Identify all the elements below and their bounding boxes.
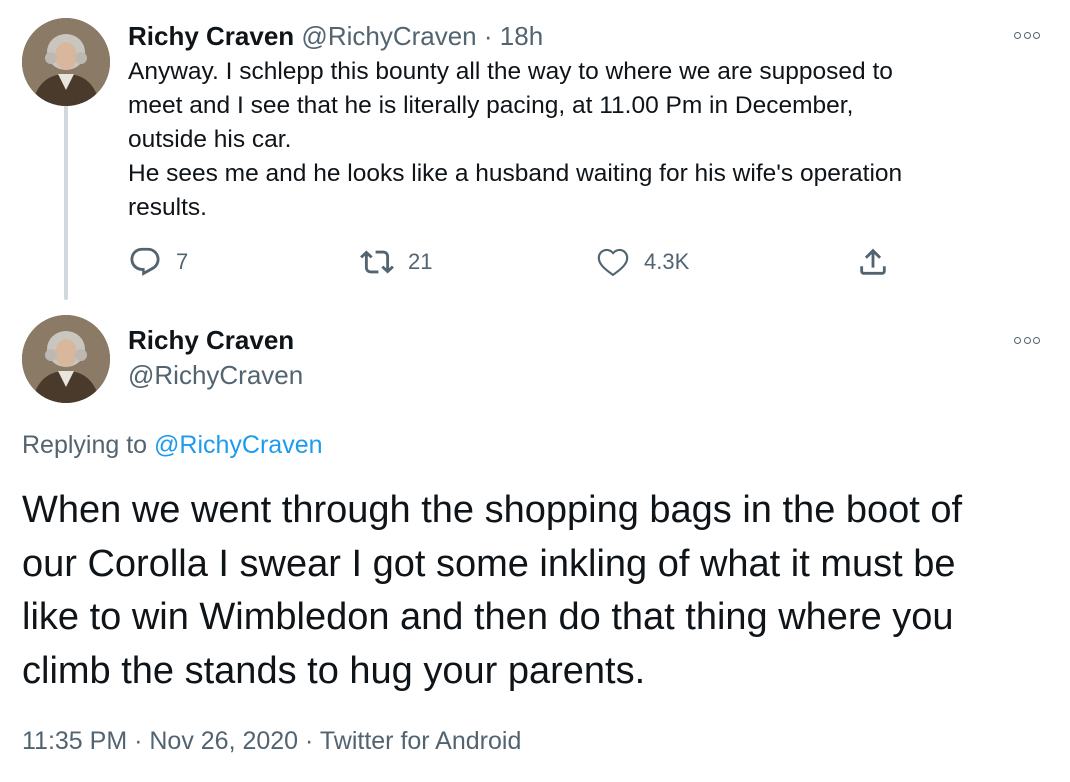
more-options-icon: [1023, 336, 1031, 344]
tweet-text-line: results.: [128, 194, 207, 221]
more-options-icon: [1033, 336, 1040, 344]
author-handle[interactable]: @RichyCraven: [301, 21, 476, 51]
replying-handle-link[interactable]: @RichyCraven: [154, 431, 322, 459]
reply-button[interactable]: 7: [128, 244, 188, 280]
like-count: 4.3K: [644, 249, 690, 274]
source-link[interactable]: Twitter for Android: [320, 727, 521, 755]
tweet-thread: Richy Craven @RichyCraven · 18h Anyway. …: [0, 0, 1070, 782]
portrait-avatar-image: [22, 315, 110, 403]
author-handle[interactable]: @RichyCraven: [128, 358, 303, 392]
tweet-text-line: climb the stands to hug your parents.: [22, 649, 646, 692]
share-icon: [860, 248, 886, 275]
tweet-text-line: Anyway. I schlepp this bounty all the wa…: [128, 58, 893, 85]
heart-icon: [597, 248, 629, 277]
more-options-icon: [1014, 336, 1021, 344]
retweet-button[interactable]: 21: [360, 244, 432, 280]
retweet-count: 21: [408, 249, 433, 274]
author-name[interactable]: Richy Craven: [128, 322, 303, 358]
avatar[interactable]: [22, 18, 110, 106]
replying-prefix: Replying to: [22, 431, 148, 459]
retweet-icon: [360, 250, 394, 274]
like-button[interactable]: 4.3K: [596, 244, 689, 280]
tweet-actions: 7 21 4.3K: [128, 244, 908, 280]
tweet-header: Richy Craven @RichyCraven · 18h: [128, 20, 1038, 52]
separator: ·: [483, 21, 493, 51]
tweet-header: Richy Craven @RichyCraven: [128, 322, 303, 392]
portrait-avatar-image: [22, 18, 110, 106]
reply-count: 7: [176, 249, 189, 274]
tweet-text-line: outside his car.: [128, 126, 292, 153]
tweet-text-line: When we went through the shopping bags i…: [22, 489, 963, 531]
share-button[interactable]: [856, 244, 890, 280]
tweet-text-line: like to win Wimbledon and then do that t…: [22, 596, 954, 638]
author-name[interactable]: Richy Craven: [128, 21, 294, 51]
first-tweet: Richy Craven @RichyCraven · 18h Anyway. …: [128, 20, 1038, 225]
reply-icon: [130, 247, 160, 276]
tweet-text-line: our Corolla I swear I got some inkling o…: [22, 542, 956, 585]
separator: ·: [305, 727, 314, 755]
tweet-metadata: 11:35 PM · Nov 26, 2020 · Twitter for An…: [22, 724, 521, 758]
tweet-text: Anyway. I schlepp this bounty all the wa…: [128, 55, 1038, 225]
replying-to: Replying to @RichyCraven: [22, 428, 323, 462]
timestamp-link[interactable]: 11:35 PM · Nov 26, 2020: [22, 727, 298, 755]
tweet-text: When we went through the shopping bags i…: [22, 484, 1052, 698]
tweet-time[interactable]: 18h: [500, 21, 543, 51]
tweet-text-line: meet and I see that he is literally paci…: [128, 92, 854, 119]
avatar[interactable]: [22, 315, 110, 403]
tweet-text-line: He sees me and he looks like a husband w…: [128, 160, 903, 187]
more-options-button[interactable]: [1012, 331, 1042, 349]
